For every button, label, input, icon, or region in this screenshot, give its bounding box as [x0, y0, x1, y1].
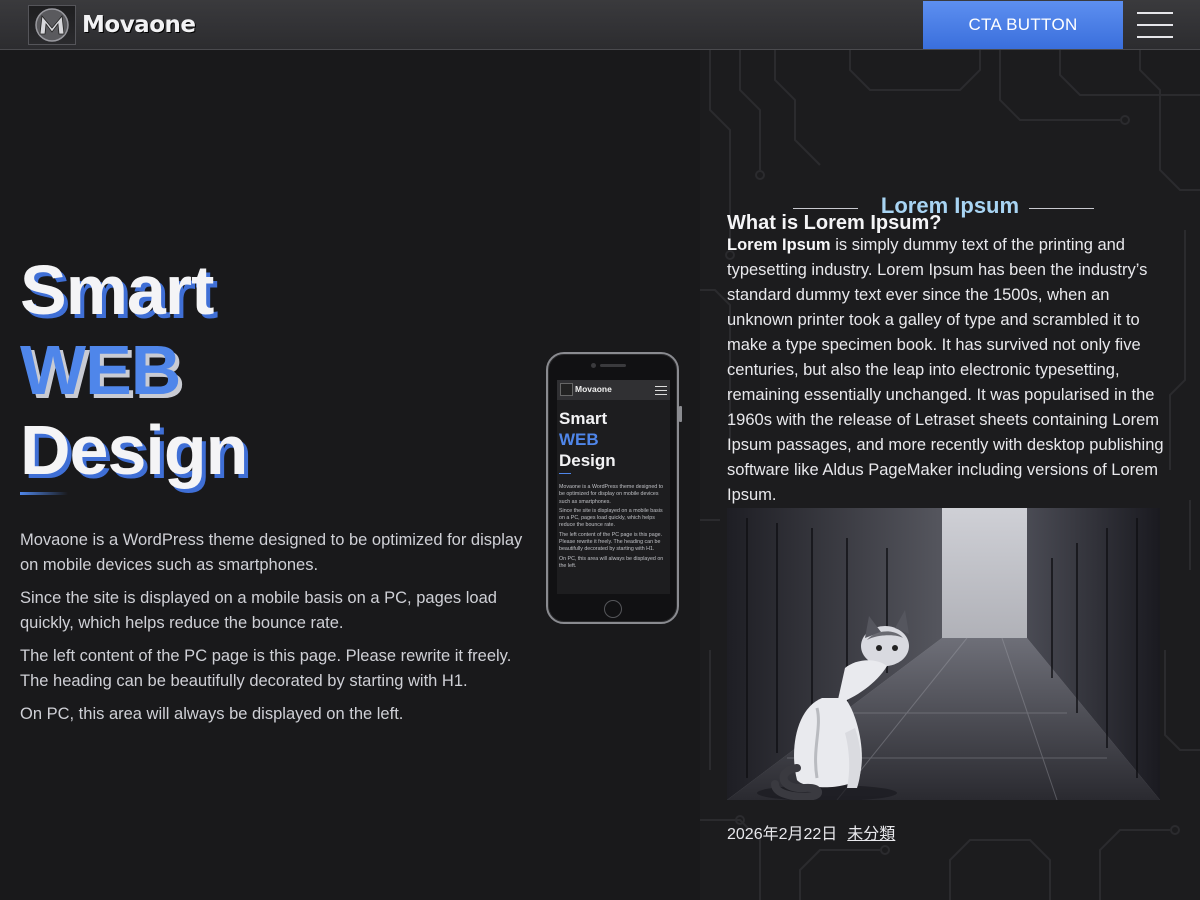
phone-logo-icon — [560, 383, 573, 396]
heading-rule-right — [1029, 208, 1094, 209]
phone-description: Movaone is a WordPress theme designed to… — [559, 484, 667, 572]
hero-paragraph: On PC, this area will always be displaye… — [20, 705, 404, 723]
article-lead-bold: Lorem Ipsum — [727, 236, 831, 254]
phone-paragraph: Since the site is displayed on a mobile … — [559, 507, 663, 529]
post-category-link[interactable]: 未分類 — [847, 820, 895, 844]
phone-screen: Movaone Smart WEB Design Movaone is a Wo… — [557, 380, 670, 594]
phone-hero-title: Smart WEB Design — [559, 408, 616, 471]
hero-description: Movaone is a WordPress theme designed to… — [20, 528, 540, 735]
article-text: is simply dummy text of the printing and… — [727, 236, 1164, 504]
phone-side-button — [679, 406, 682, 422]
hero-underline — [20, 492, 68, 495]
heading-rule-left — [793, 208, 858, 209]
phone-header: Movaone — [557, 380, 670, 400]
phone-title-line-2: WEB — [559, 430, 599, 449]
hero-title-line-2: WEB — [20, 331, 181, 409]
cta-button[interactable]: CTA BUTTON — [923, 1, 1123, 49]
hero-paragraph: Since the site is displayed on a mobile … — [20, 589, 497, 632]
phone-home-button — [604, 600, 622, 618]
hero-paragraph: The left content of the PC page is this … — [20, 647, 512, 690]
post-date: 2026年2月22日 — [727, 826, 838, 843]
m-emblem-icon — [28, 5, 76, 45]
phone-paragraph: On PC, this area will always be displaye… — [559, 555, 664, 569]
phone-paragraph: Movaone is a WordPress theme designed to… — [559, 484, 664, 505]
brand-name: Movaone — [82, 12, 196, 38]
hero-title-line-1: Smart — [20, 251, 214, 329]
phone-paragraph: The left content of the PC page is this … — [559, 531, 663, 553]
phone-underline — [559, 473, 571, 474]
phone-mockup: Movaone Smart WEB Design Movaone is a Wo… — [546, 352, 682, 624]
article-body: Lorem Ipsum is simply dummy text of the … — [727, 233, 1167, 508]
site-header: Movaone CTA BUTTON — [0, 0, 1200, 50]
hamburger-menu-icon[interactable] — [1125, 1, 1200, 49]
cat-alley-photo — [727, 508, 1160, 800]
article-heading: What is Lorem Ipsum? — [727, 212, 942, 234]
hero-title: Smart WEB Design — [20, 250, 248, 490]
phone-camera — [591, 363, 596, 368]
hero-title-line-3: Design — [20, 411, 248, 489]
phone-speaker — [600, 364, 626, 367]
site-logo[interactable]: Movaone — [28, 5, 196, 45]
phone-brand: Movaone — [575, 384, 612, 394]
phone-title-line-3: Design — [559, 451, 616, 470]
post-meta: 2026年2月22日 未分類 — [727, 820, 895, 844]
hero-paragraph: Movaone is a WordPress theme designed to… — [20, 531, 523, 574]
phone-title-line-1: Smart — [559, 409, 608, 428]
